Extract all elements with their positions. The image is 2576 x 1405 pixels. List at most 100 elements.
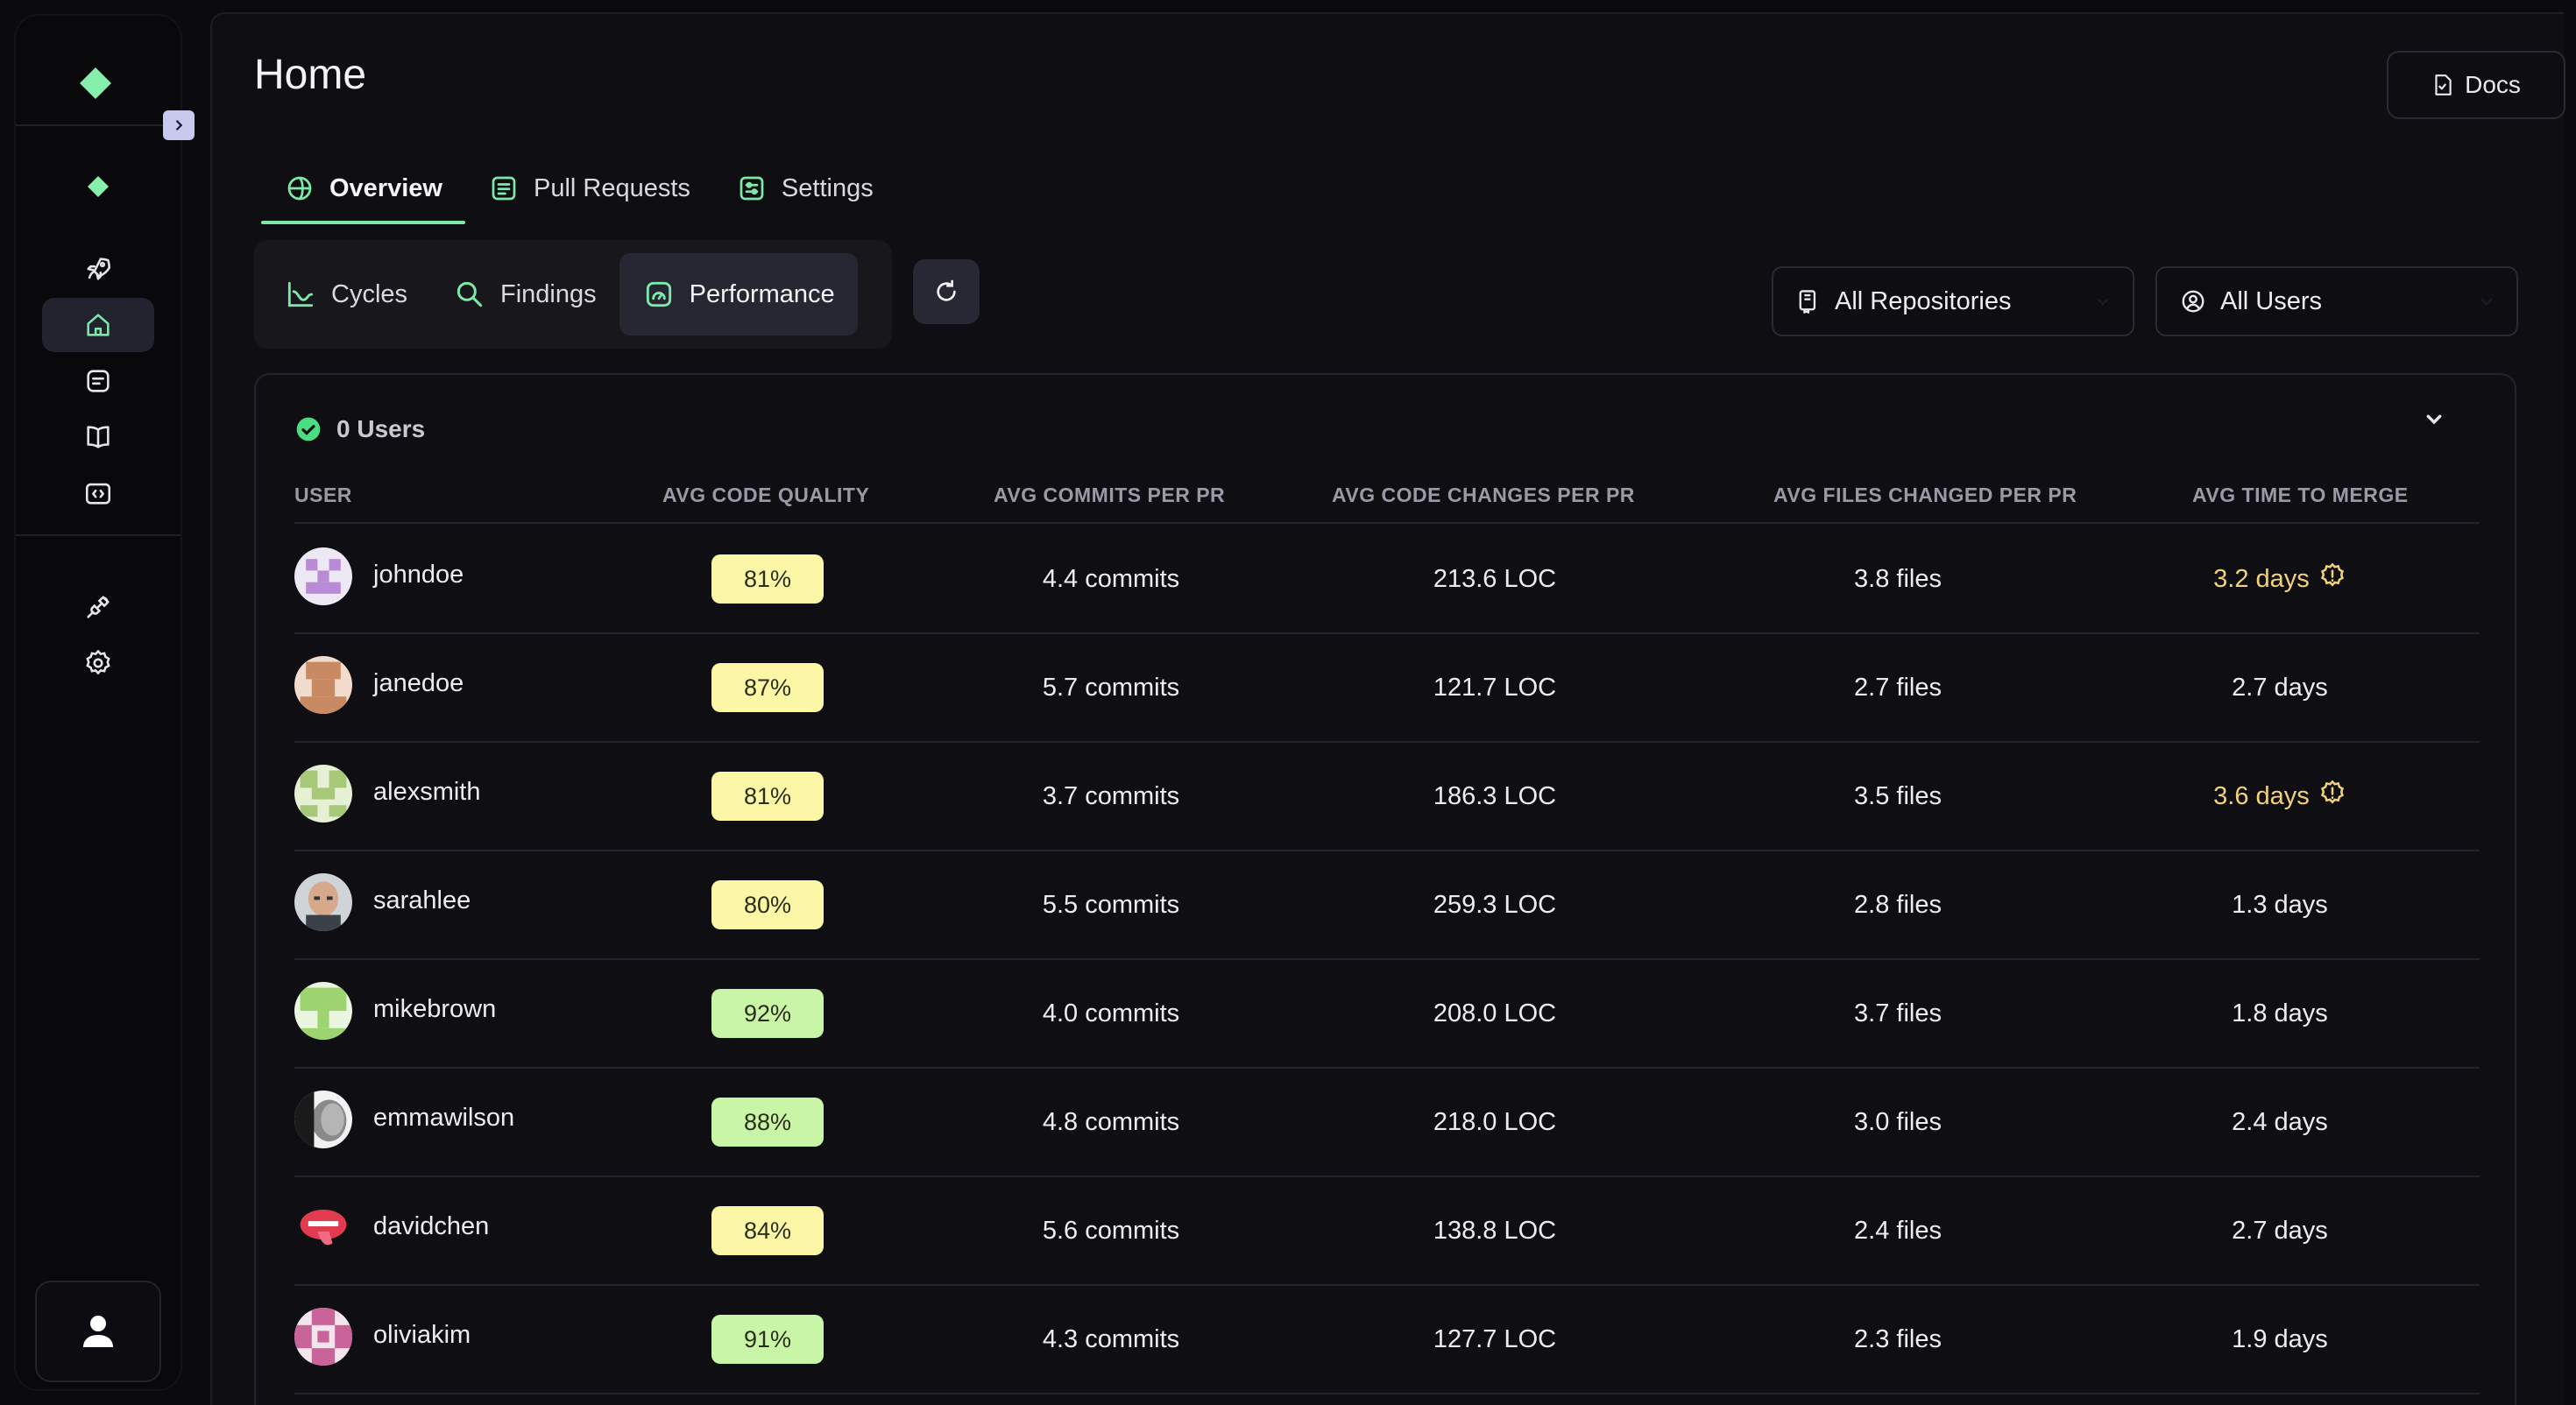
avatar bbox=[294, 765, 352, 823]
sidebar-item-code[interactable] bbox=[42, 466, 154, 520]
chevron-down-icon[interactable] bbox=[2420, 405, 2448, 433]
commits-cell: 4.4 commits bbox=[1042, 564, 1180, 593]
tab-overview[interactable]: Overview bbox=[261, 152, 465, 224]
person-icon bbox=[83, 1316, 113, 1347]
sidebar-item-workspace[interactable] bbox=[42, 159, 154, 214]
table-row[interactable]: johndoe 81% 4.4 commits 213.6 LOC 3.8 files 3… bbox=[294, 526, 2480, 634]
logo-icon[interactable] bbox=[78, 66, 113, 101]
code-changes-cell: 259.3 LOC bbox=[1433, 890, 1557, 919]
files-changed-cell: 2.8 files bbox=[1854, 890, 1942, 919]
user-cell: sarahlee bbox=[294, 851, 471, 958]
repository-select[interactable]: All Repositories bbox=[1772, 266, 2134, 336]
refresh-button[interactable] bbox=[913, 259, 980, 324]
sliders-icon bbox=[740, 176, 764, 201]
sidebar-item-settings[interactable] bbox=[42, 636, 154, 690]
code-quality-cell: 91% bbox=[636, 1286, 899, 1393]
search-icon bbox=[456, 281, 483, 307]
code-quality-cell: 87% bbox=[636, 634, 899, 741]
user-menu-button[interactable] bbox=[35, 1281, 161, 1382]
list-icon bbox=[492, 176, 516, 201]
docs-icon bbox=[2435, 74, 2452, 95]
files-changed-cell: 3.7 files bbox=[1854, 999, 1942, 1027]
time-to-merge-cell: 1.3 days bbox=[2105, 851, 2455, 958]
table-row[interactable]: mikebrown 92% 4.0 commits 208.0 LOC 3.7 file… bbox=[294, 960, 2480, 1069]
table-header: USER AVG CODE QUALITY AVG COMMITS PER PR… bbox=[294, 471, 2480, 524]
main-panel: Home Docs Overview Pull Requests Setting… bbox=[210, 12, 2565, 1405]
table-row[interactable]: davidchen 84% 5.6 commits 138.8 LOC 2.4 file… bbox=[294, 1177, 2480, 1286]
segment-label: Findings bbox=[500, 279, 597, 308]
time-to-merge-value: 2.7 days bbox=[2232, 673, 2328, 702]
main-tabs: Overview Pull Requests Settings bbox=[261, 152, 896, 224]
commits-cell: 4.8 commits bbox=[1042, 1107, 1180, 1136]
table-row[interactable]: emmawilson 88% 4.8 commits 218.0 LOC 3.0 fil… bbox=[294, 1069, 2480, 1177]
quality-badge: 84% bbox=[711, 1206, 824, 1255]
commits-cell: 5.5 commits bbox=[1042, 890, 1180, 919]
table-row[interactable]: janedoe 87% 5.7 commits 121.7 LOC 2.7 files 2… bbox=[294, 634, 2480, 743]
time-to-merge-cell: 1.8 days bbox=[2105, 960, 2455, 1067]
avatar bbox=[294, 982, 352, 1040]
table-row[interactable]: oliviakim 91% 4.3 commits 127.7 LOC 2.3 file… bbox=[294, 1286, 2480, 1394]
book-icon bbox=[87, 426, 110, 448]
docs-label: Docs bbox=[2465, 71, 2521, 98]
time-to-merge-cell: 1.9 days bbox=[2105, 1286, 2455, 1393]
username: johndoe bbox=[373, 560, 464, 589]
time-to-merge-cell: 2.7 days bbox=[2105, 1177, 2455, 1284]
sidebar-item-docs[interactable] bbox=[42, 410, 154, 464]
code-changes-cell: 138.8 LOC bbox=[1433, 1216, 1557, 1245]
column-header-time-to-merge: AVG TIME TO MERGE bbox=[2192, 484, 2409, 506]
time-to-merge-value: 1.3 days bbox=[2232, 890, 2328, 919]
gauge-icon bbox=[646, 281, 671, 307]
warning-icon bbox=[2318, 779, 2346, 814]
sidebar-item-pull-requests[interactable] bbox=[42, 354, 154, 408]
user-count: 0 Users bbox=[336, 415, 426, 442]
avatar bbox=[294, 547, 352, 605]
sidebar-item-home[interactable] bbox=[42, 298, 154, 352]
user-select[interactable]: All Users bbox=[2155, 266, 2518, 336]
panel-toggle-icon bbox=[176, 120, 183, 131]
time-to-merge-text: 3.2 days bbox=[2213, 564, 2310, 593]
code-changes-cell: 127.7 LOC bbox=[1433, 1324, 1557, 1353]
files-changed-cell: 2.3 files bbox=[1854, 1324, 1942, 1353]
avatar bbox=[294, 1308, 352, 1366]
time-to-merge-cell: 3.2 days bbox=[2105, 526, 2455, 632]
docs-button[interactable]: Docs bbox=[2387, 51, 2565, 119]
username: oliviakim bbox=[373, 1320, 471, 1349]
table-row[interactable]: alexsmith 81% 3.7 commits 186.3 LOC 3.5 file… bbox=[294, 743, 2480, 851]
username: alexsmith bbox=[373, 777, 481, 806]
quality-badge: 91% bbox=[711, 1315, 824, 1364]
refresh-icon bbox=[937, 279, 956, 301]
table-row[interactable]: sarahlee 80% 5.5 commits 259.3 LOC 2.8 files… bbox=[294, 851, 2480, 960]
segment-performance[interactable]: Performance bbox=[619, 253, 858, 335]
column-header-commits: AVG COMMITS PER PR bbox=[994, 484, 1226, 506]
commits-cell: 4.0 commits bbox=[1042, 999, 1180, 1027]
tab-label: Pull Requests bbox=[533, 173, 690, 202]
sidebar-item-integrations[interactable] bbox=[42, 580, 154, 634]
chevron-down-icon bbox=[2480, 298, 2493, 306]
view-switcher: Cycles Findings Performance bbox=[254, 240, 892, 349]
time-to-merge-value: 3.6 days bbox=[2213, 779, 2346, 814]
avatar bbox=[294, 873, 352, 931]
avatar bbox=[294, 1091, 352, 1148]
user-cell: oliviakim bbox=[294, 1286, 471, 1393]
quality-badge: 87% bbox=[711, 663, 824, 712]
user-cell: emmawilson bbox=[294, 1069, 514, 1176]
time-to-merge-value: 2.4 days bbox=[2232, 1107, 2328, 1136]
sidebar-collapse-button[interactable] bbox=[163, 110, 195, 140]
segment-findings[interactable]: Findings bbox=[430, 253, 619, 335]
user-cell: davidchen bbox=[294, 1177, 489, 1284]
column-header-code-quality: AVG CODE QUALITY bbox=[662, 484, 870, 506]
tab-pull-requests[interactable]: Pull Requests bbox=[465, 152, 713, 224]
code-quality-cell: 81% bbox=[636, 526, 899, 632]
tab-settings[interactable]: Settings bbox=[713, 152, 896, 224]
column-header-files-changed: AVG FILES CHANGED PER PR bbox=[1773, 484, 2077, 506]
sidebar-item-launch[interactable] bbox=[42, 242, 154, 296]
commits-cell: 5.6 commits bbox=[1042, 1216, 1180, 1245]
segment-cycles[interactable]: Cycles bbox=[261, 253, 430, 335]
code-icon bbox=[85, 483, 111, 505]
overview-icon bbox=[287, 176, 312, 201]
sidebar-divider bbox=[16, 534, 180, 536]
page-title: Home bbox=[254, 52, 367, 98]
code-quality-cell: 81% bbox=[636, 743, 899, 850]
username: janedoe bbox=[373, 668, 464, 697]
plug-icon bbox=[87, 596, 110, 618]
